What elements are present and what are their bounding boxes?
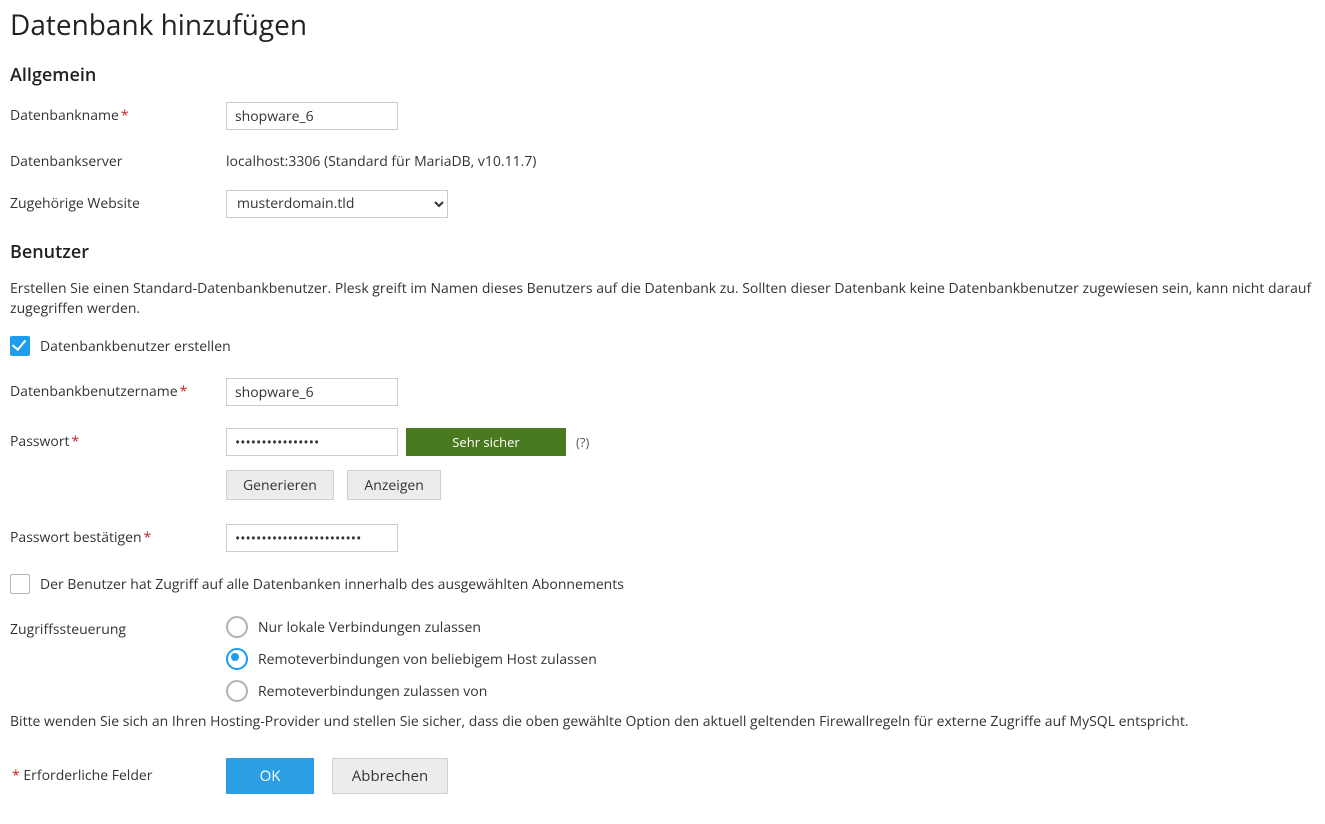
all-db-access-checkbox[interactable] — [10, 574, 30, 594]
password-strength-badge: Sehr sicher — [406, 428, 566, 456]
access-radio-local[interactable] — [226, 616, 248, 638]
password-hint-icon[interactable]: (?) — [576, 433, 589, 451]
access-radio-remote-any[interactable] — [226, 648, 248, 670]
db-username-label: Datenbankbenutzername — [10, 382, 178, 401]
db-server-value: localhost:3306 (Standard für MariaDB, v1… — [226, 152, 536, 171]
required-fields-hint: Erforderliche Felder — [23, 766, 152, 785]
access-note: Bitte wenden Sie sich an Ihren Hosting-P… — [10, 712, 1315, 732]
access-radio-remote-any-label: Remoteverbindungen von beliebigem Host z… — [258, 650, 597, 670]
required-marker: * — [121, 106, 129, 125]
password-confirm-input[interactable] — [226, 524, 398, 552]
website-label: Zugehörige Website — [10, 194, 140, 213]
section-general-title: Allgemein — [10, 63, 1315, 88]
ok-button[interactable]: OK — [226, 758, 314, 794]
website-select[interactable]: musterdomain.tld — [226, 190, 448, 218]
required-marker: * — [72, 432, 80, 451]
all-db-access-label: Der Benutzer hat Zugriff auf alle Datenb… — [40, 575, 624, 595]
show-password-button[interactable]: Anzeigen — [347, 470, 440, 500]
access-radio-remote-from-label: Remoteverbindungen zulassen von — [258, 682, 487, 702]
access-radio-local-label: Nur lokale Verbindungen zulassen — [258, 618, 481, 638]
access-radio-remote-from[interactable] — [226, 680, 248, 702]
password-label: Passwort — [10, 432, 70, 451]
password-input[interactable] — [226, 428, 398, 456]
page-title: Datenbank hinzufügen — [10, 6, 1315, 45]
db-name-input[interactable] — [226, 102, 398, 130]
db-name-label: Datenbankname — [10, 106, 119, 125]
db-username-input[interactable] — [226, 378, 398, 406]
create-user-checkbox[interactable] — [10, 336, 30, 356]
access-control-label: Zugriffssteuerung — [10, 620, 126, 639]
cancel-button[interactable]: Abbrechen — [332, 758, 448, 794]
users-intro-text: Erstellen Sie einen Standard-Datenbankbe… — [10, 279, 1315, 318]
create-user-label: Datenbankbenutzer erstellen — [40, 337, 231, 357]
password-confirm-label: Passwort bestätigen — [10, 528, 142, 547]
section-users-title: Benutzer — [10, 240, 1315, 265]
required-marker: * — [180, 382, 188, 401]
db-server-label: Datenbankserver — [10, 152, 123, 171]
generate-password-button[interactable]: Generieren — [226, 470, 334, 500]
required-marker: * — [12, 766, 20, 785]
required-marker: * — [144, 528, 152, 547]
